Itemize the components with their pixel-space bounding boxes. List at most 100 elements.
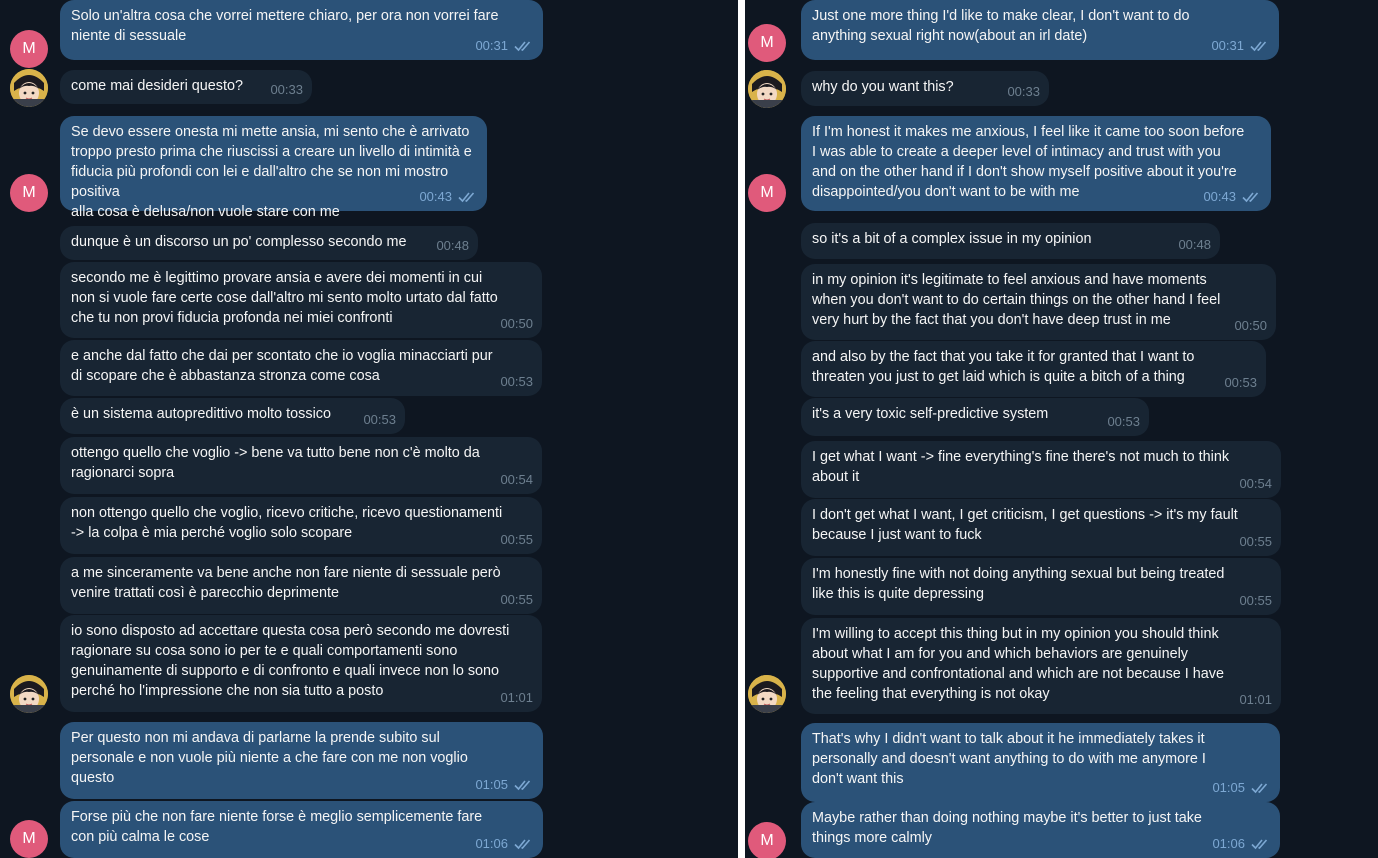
incoming-message[interactable]: I'm honestly fine with not doing anythin… (801, 558, 1281, 615)
message-text: so it's a bit of a complex issue in my o… (812, 231, 1092, 247)
message-text: Forse più che non fare niente forse è me… (71, 809, 483, 845)
message-time: 00:53 (1107, 414, 1140, 429)
outgoing-message[interactable]: If I'm honest it makes me anxious, I fee… (801, 116, 1271, 211)
message-meta: 00:54 (500, 472, 533, 488)
message-time: 00:55 (1239, 534, 1272, 549)
outgoing-message[interactable]: Maybe rather than doing nothing maybe it… (801, 802, 1280, 858)
incoming-message[interactable]: I don't get what I want, I get criticism… (801, 499, 1281, 556)
incoming-message[interactable]: secondo me è legittimo provare ansia e a… (60, 262, 542, 338)
outgoing-message[interactable]: Per questo non mi andava di parlarne la … (60, 722, 543, 799)
message-time: 00:48 (1178, 237, 1211, 252)
double-check-icon (1242, 191, 1262, 203)
message-meta: 00:48 (1178, 237, 1211, 253)
message-meta: 00:55 (1239, 534, 1272, 550)
double-check-icon (458, 191, 478, 203)
incoming-message[interactable]: in my opinion it's legitimate to feel an… (801, 264, 1276, 340)
avatar-self[interactable]: M (10, 174, 48, 212)
message-text: Se devo essere onesta mi mette ansia, mi… (71, 124, 472, 220)
message-text: Per questo non mi andava di parlarne la … (71, 730, 468, 786)
message-text: non ottengo quello che voglio, ricevo cr… (71, 505, 503, 541)
message-text: That's why I didn't want to talk about i… (812, 731, 1206, 787)
avatar-photo-icon[interactable] (10, 675, 48, 713)
message-time: 00:54 (500, 472, 533, 487)
incoming-message[interactable]: io sono disposto ad accettare questa cos… (60, 615, 542, 712)
incoming-message[interactable]: non ottengo quello che voglio, ricevo cr… (60, 497, 542, 554)
message-text: in my opinion it's legitimate to feel an… (812, 272, 1221, 328)
outgoing-message[interactable]: Se devo essere onesta mi mette ansia, mi… (60, 116, 487, 220)
incoming-message[interactable]: why do you want this? 00:33 (801, 71, 1049, 106)
message-meta: 00:31 (1211, 38, 1270, 54)
message-meta: 00:53 (1224, 375, 1257, 391)
message-meta: 00:33 (270, 82, 303, 98)
message-time: 00:55 (500, 532, 533, 547)
message-time: 00:50 (500, 316, 533, 331)
message-text: Maybe rather than doing nothing maybe it… (812, 810, 1202, 846)
message-meta: 01:06 (1212, 836, 1271, 852)
chat-panel-english: Just one more thing I'd like to make cle… (745, 0, 1378, 858)
message-time: 00:43 (1203, 189, 1236, 204)
message-text: è un sistema autopredittivo molto tossic… (71, 406, 331, 422)
double-check-icon (514, 40, 534, 52)
message-meta: 00:53 (1107, 414, 1140, 430)
outgoing-message[interactable]: Solo un'altra cosa che vorrei mettere ch… (60, 0, 543, 60)
message-meta: 01:05 (1212, 780, 1271, 796)
avatar-self[interactable]: M (10, 30, 48, 68)
message-time: 00:53 (500, 374, 533, 389)
message-meta: 00:55 (500, 592, 533, 608)
message-time: 01:01 (500, 690, 533, 705)
incoming-message[interactable]: dunque è un discorso un po' complesso se… (60, 226, 478, 260)
avatar-photo-icon[interactable] (748, 675, 786, 713)
avatar-photo-icon[interactable] (10, 69, 48, 107)
message-text: it's a very toxic self-predictive system (812, 406, 1049, 422)
message-meta: 00:48 (436, 238, 469, 254)
message-time: 01:05 (1212, 780, 1245, 795)
outgoing-message[interactable]: That's why I didn't want to talk about i… (801, 723, 1280, 802)
message-meta: 01:01 (500, 690, 533, 706)
message-meta: 00:33 (1007, 84, 1040, 100)
incoming-message[interactable]: è un sistema autopredittivo molto tossic… (60, 398, 405, 434)
message-meta: 00:31 (475, 38, 534, 54)
incoming-message[interactable]: I get what I want -> fine everything's f… (801, 441, 1281, 498)
incoming-message[interactable]: I'm willing to accept this thing but in … (801, 618, 1281, 714)
incoming-message[interactable]: a me sinceramente va bene anche non fare… (60, 557, 542, 614)
message-meta: 01:05 (475, 777, 534, 793)
double-check-icon (1251, 838, 1271, 850)
message-text: io sono disposto ad accettare questa cos… (71, 623, 510, 699)
incoming-message[interactable]: it's a very toxic self-predictive system… (801, 398, 1149, 436)
message-time: 00:33 (270, 82, 303, 97)
message-time: 00:55 (500, 592, 533, 607)
message-time: 00:31 (475, 38, 508, 53)
double-check-icon (514, 779, 534, 791)
message-meta: 00:43 (419, 189, 478, 205)
double-check-icon (1251, 782, 1271, 794)
message-meta: 01:01 (1239, 692, 1272, 708)
message-meta: 00:54 (1239, 476, 1272, 492)
message-time: 00:33 (1007, 84, 1040, 99)
message-time: 00:48 (436, 238, 469, 253)
message-text: a me sinceramente va bene anche non fare… (71, 565, 501, 601)
avatar-self[interactable]: M (748, 822, 786, 858)
incoming-message[interactable]: e anche dal fatto che dai per scontato c… (60, 340, 542, 396)
incoming-message[interactable]: come mai desideri questo? 00:33 (60, 70, 312, 104)
avatar-self[interactable]: M (748, 24, 786, 62)
message-meta: 00:43 (1203, 189, 1262, 205)
message-text: If I'm honest it makes me anxious, I fee… (812, 124, 1245, 200)
outgoing-message[interactable]: Forse più che non fare niente forse è me… (60, 801, 543, 858)
avatar-self[interactable]: M (10, 820, 48, 858)
incoming-message[interactable]: ottengo quello che voglio -> bene va tut… (60, 437, 542, 494)
avatar-self[interactable]: M (748, 174, 786, 212)
message-meta: 00:53 (500, 374, 533, 390)
incoming-message[interactable]: and also by the fact that you take it fo… (801, 341, 1266, 397)
message-meta: 00:53 (363, 412, 396, 428)
message-time: 00:53 (1224, 375, 1257, 390)
message-text: I'm willing to accept this thing but in … (812, 626, 1225, 702)
message-text: I get what I want -> fine everything's f… (812, 449, 1230, 485)
message-time: 01:06 (1212, 836, 1245, 851)
outgoing-message[interactable]: Just one more thing I'd like to make cle… (801, 0, 1279, 60)
incoming-message[interactable]: so it's a bit of a complex issue in my o… (801, 223, 1220, 259)
message-time: 00:55 (1239, 593, 1272, 608)
message-meta: 00:55 (1239, 593, 1272, 609)
chat-panel-italian: Solo un'altra cosa che vorrei mettere ch… (0, 0, 738, 858)
avatar-photo-icon[interactable] (748, 70, 786, 108)
message-meta: 00:55 (500, 532, 533, 548)
